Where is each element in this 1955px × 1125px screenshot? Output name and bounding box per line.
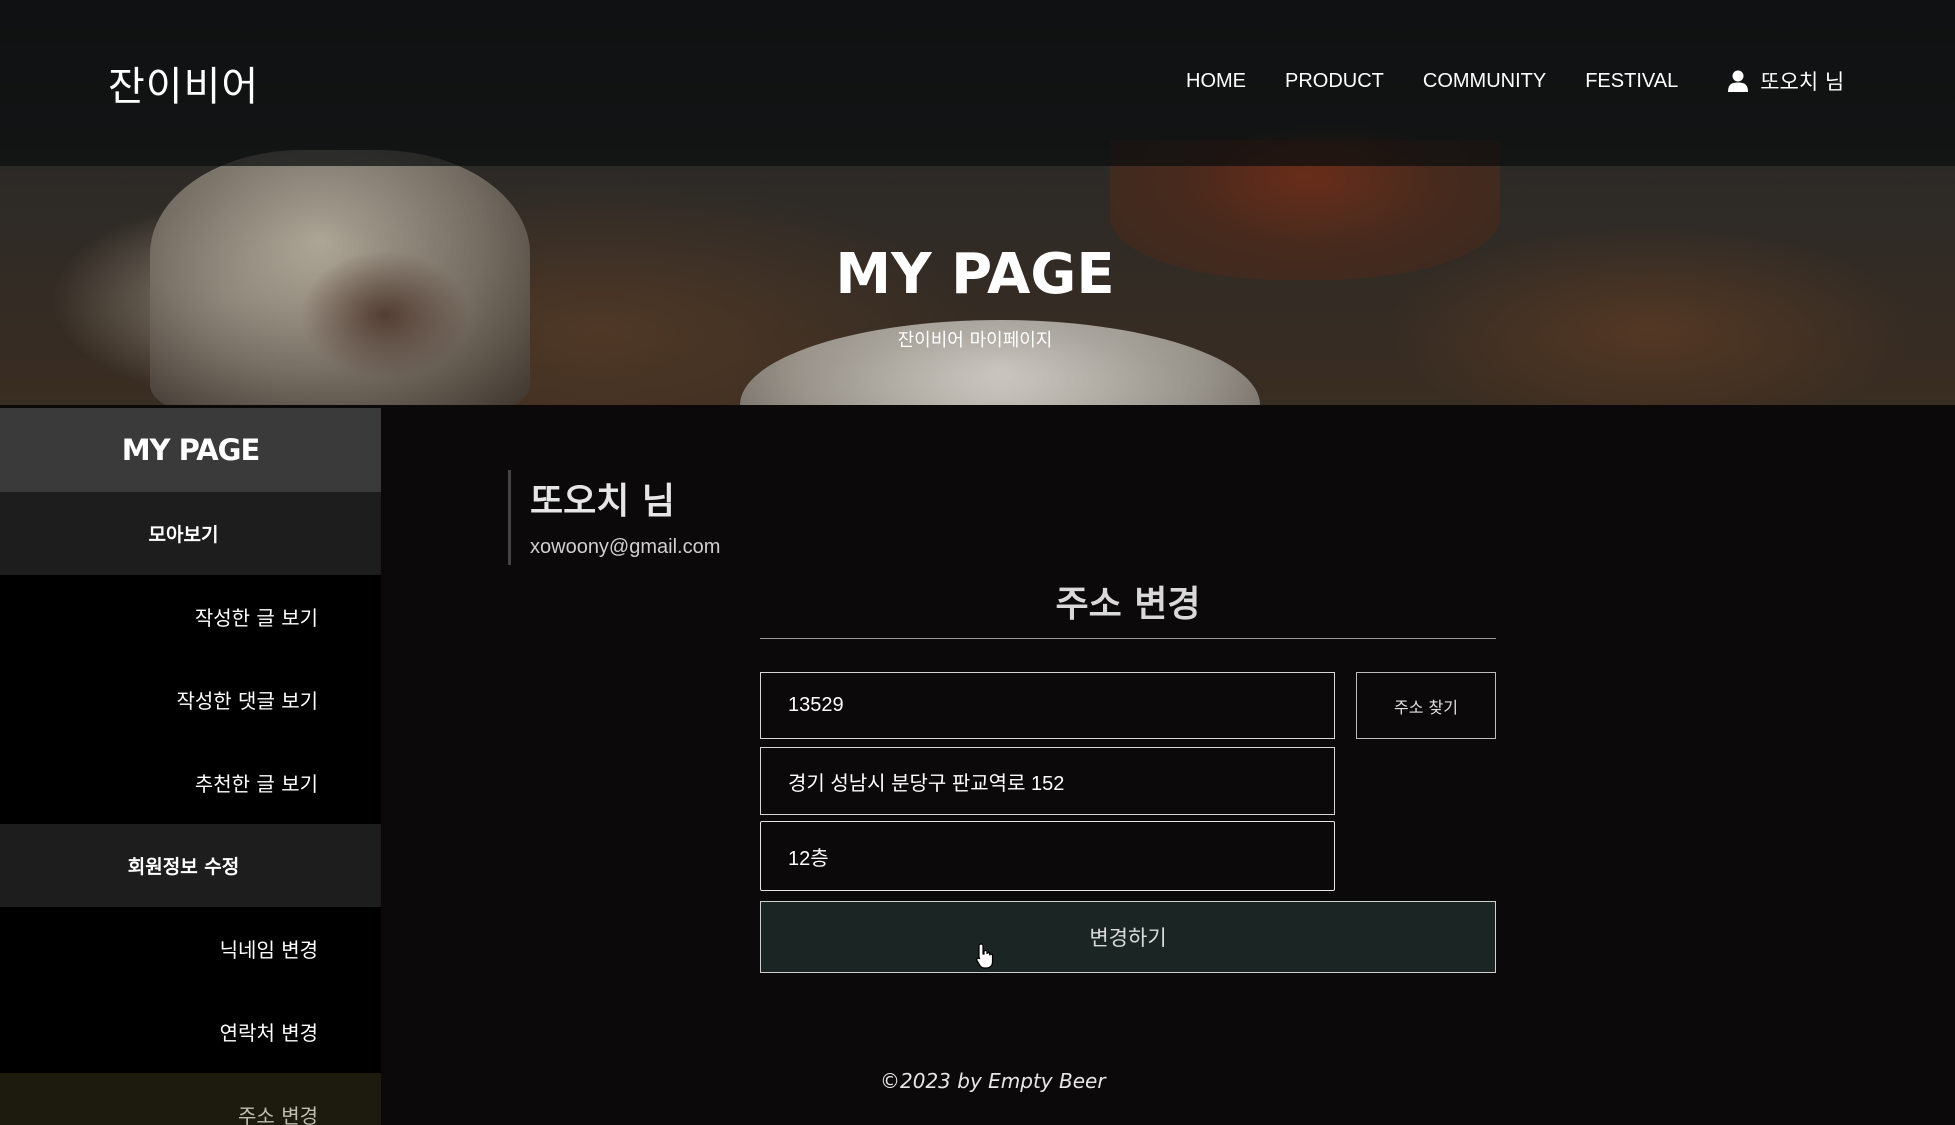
pointer-cursor-icon [976, 943, 994, 969]
user-menu[interactable]: 또오치 님 [1728, 66, 1844, 96]
sidebar-item-change-contact[interactable]: 연락처 변경 [0, 990, 381, 1073]
nav-home[interactable]: HOME [1186, 70, 1246, 93]
sidebar-title: MY PAGE [0, 408, 381, 492]
page-title: MY PAGE [835, 242, 1115, 307]
nav-product[interactable]: PRODUCT [1285, 70, 1384, 93]
sidebar-section-edit-info[interactable]: 회원정보 수정 [0, 824, 381, 907]
main-nav: HOME PRODUCT COMMUNITY FESTIVAL 또오치 님 [1186, 66, 1844, 96]
profile-email: xowoony@gmail.com [530, 536, 721, 558]
zipcode-input[interactable] [760, 672, 1335, 739]
user-name-label: 또오치 님 [1760, 70, 1845, 94]
address-form-title: 주소 변경 [1055, 584, 1201, 625]
sidebar: MY PAGE 모아보기 작성한 글 보기 작성한 댓글 보기 추천한 글 보기… [0, 408, 381, 1125]
sidebar-section-overview[interactable]: 모아보기 [0, 492, 381, 575]
address-detail-input[interactable] [760, 821, 1335, 891]
sidebar-item-change-nickname[interactable]: 닉네임 변경 [0, 907, 381, 990]
page-subtitle: 잔이비어 마이페이지 [897, 330, 1053, 351]
footer-copyright: ©2023 by Empty Beer [880, 1069, 1106, 1093]
site-logo[interactable]: 잔이비어 [108, 54, 259, 112]
profile-name: 또오치 님 [530, 481, 676, 522]
user-icon [1728, 70, 1749, 92]
sidebar-item-my-comments[interactable]: 작성한 댓글 보기 [0, 658, 381, 741]
sidebar-item-my-posts[interactable]: 작성한 글 보기 [0, 575, 381, 658]
profile-card: 또오치 님 xowoony@gmail.com [508, 470, 720, 565]
nav-festival[interactable]: FESTIVAL [1585, 70, 1678, 93]
address-primary-input[interactable] [760, 747, 1335, 815]
hero-banner: 잔이비어 HOME PRODUCT COMMUNITY FESTIVAL 또오치… [0, 0, 1955, 405]
find-address-button[interactable]: 주소 찾기 [1356, 672, 1496, 739]
sidebar-item-change-address[interactable]: 주소 변경 [0, 1073, 381, 1125]
nav-community[interactable]: COMMUNITY [1423, 70, 1546, 93]
form-divider [760, 638, 1496, 639]
change-address-button[interactable]: 변경하기 [760, 901, 1496, 973]
sidebar-item-liked-posts[interactable]: 추천한 글 보기 [0, 741, 381, 824]
